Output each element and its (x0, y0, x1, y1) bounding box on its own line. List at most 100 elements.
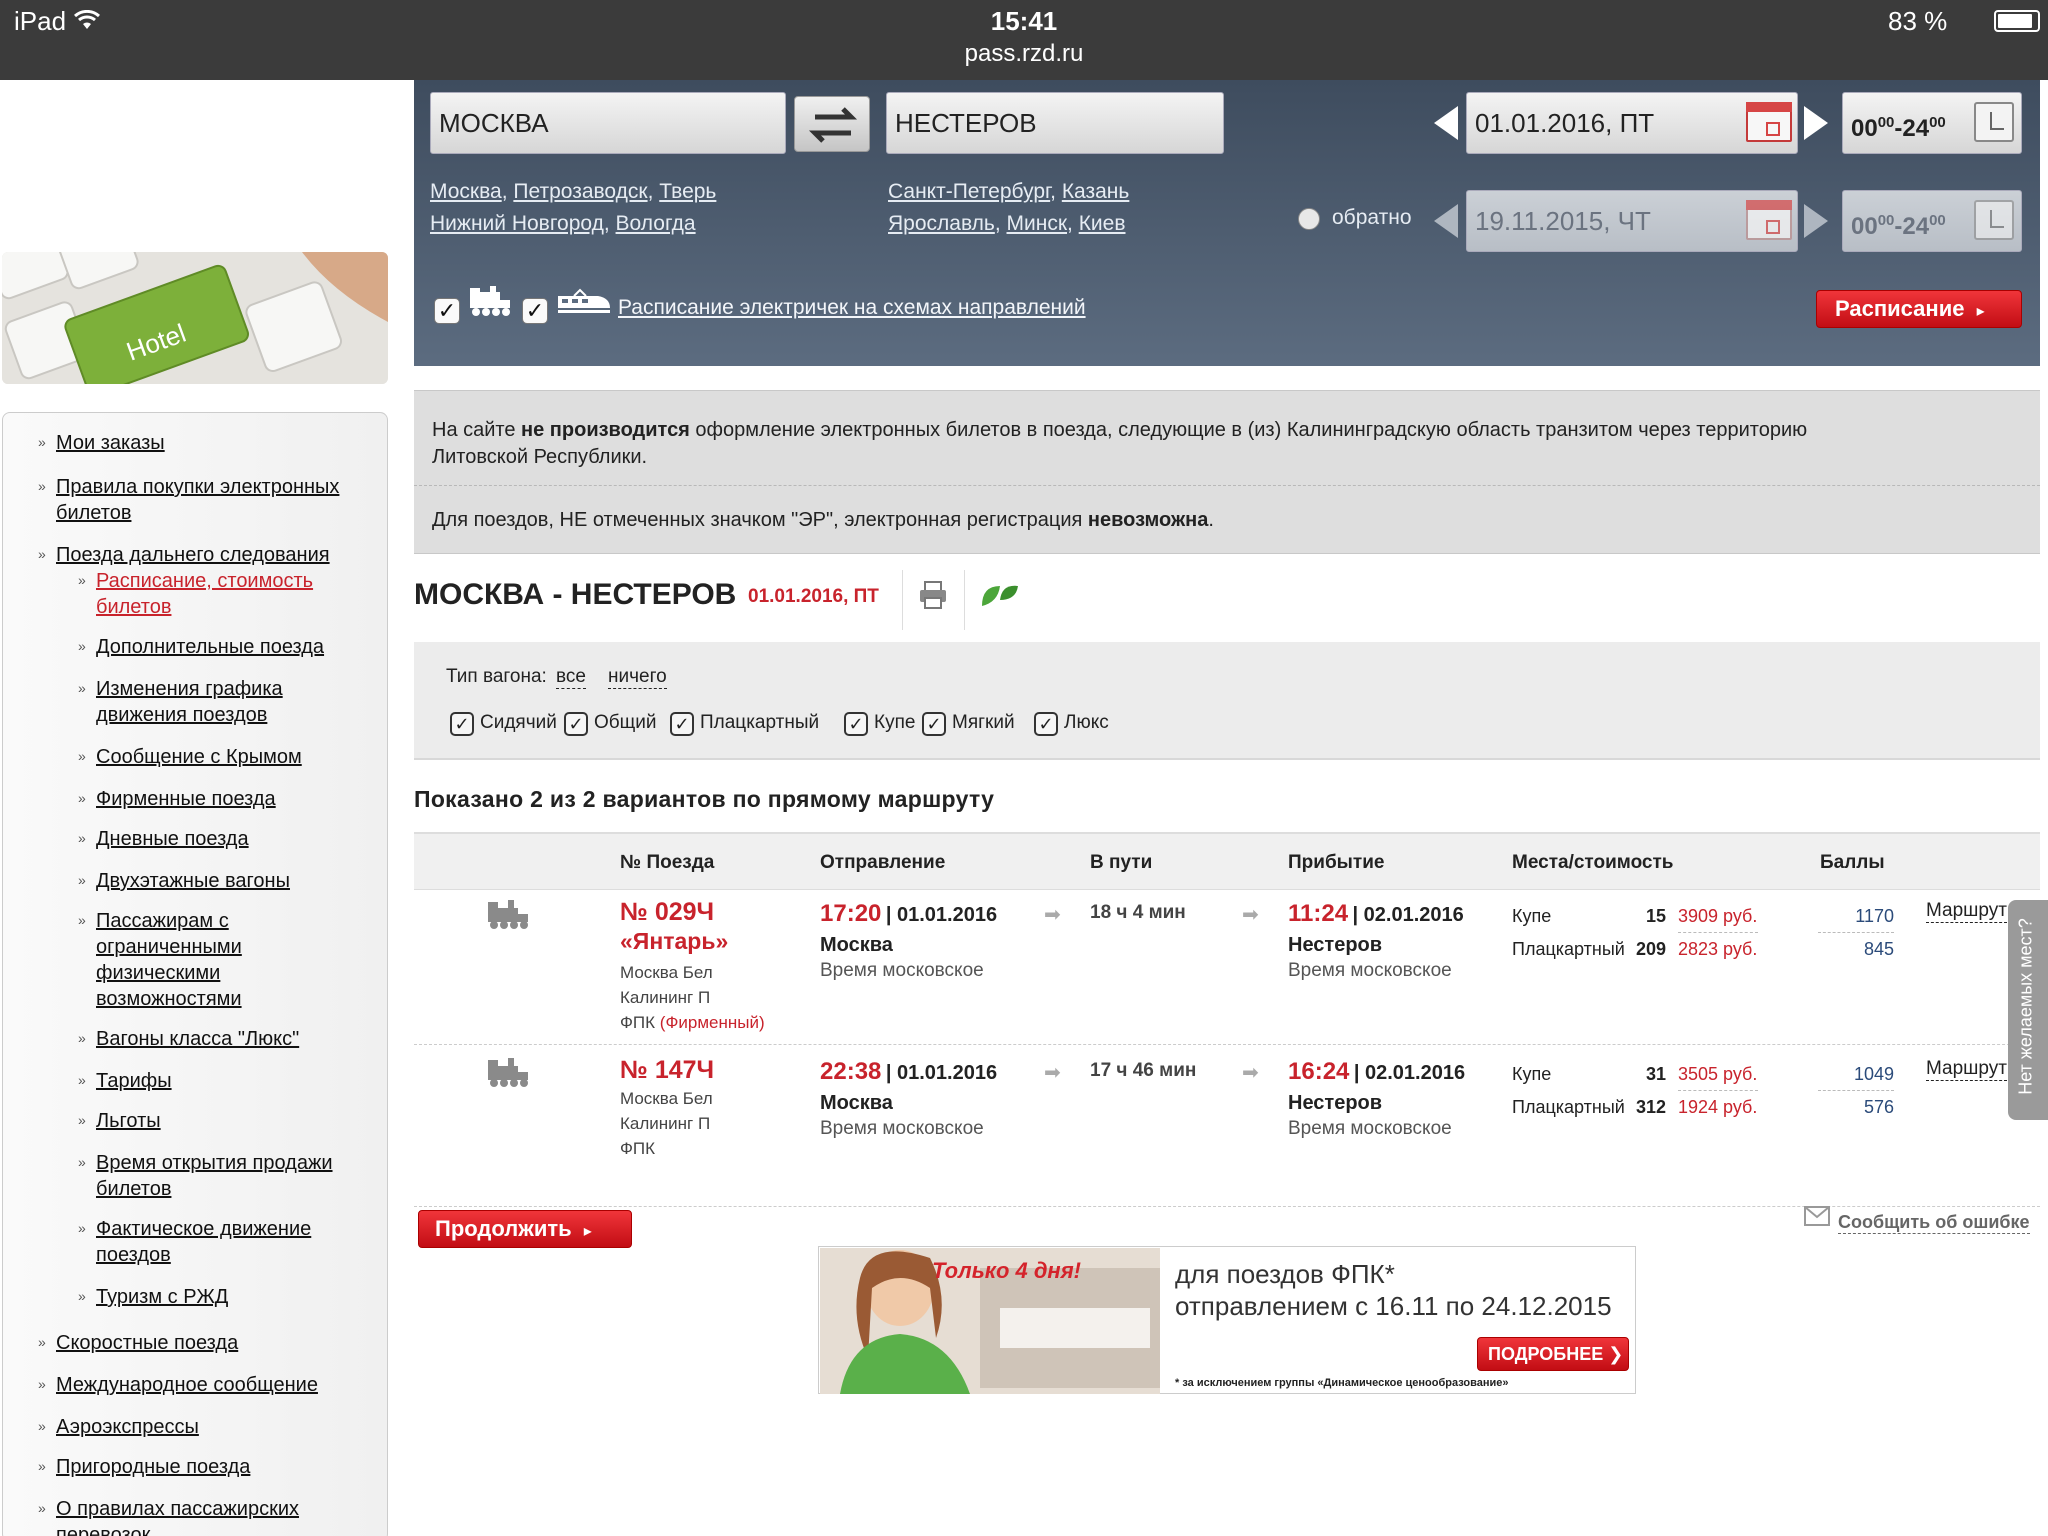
swap-stations-button[interactable] (794, 96, 870, 152)
sidebar-item-label[interactable]: Фактическое движение поездов (96, 1218, 311, 1266)
return-checkbox[interactable] (1298, 208, 1320, 230)
sidebar-item-label[interactable]: О правилах пассажирских перевозок (56, 1498, 299, 1536)
sidebar-item-label[interactable]: Международное сообщение (56, 1374, 318, 1396)
sidebar-item-label[interactable]: Дополнительные поезда (96, 636, 324, 658)
sidebar-item-label[interactable]: Дневные поезда (96, 828, 249, 850)
print-icon[interactable] (918, 580, 948, 610)
report-error-link[interactable]: Сообщить об ошибке (1838, 1212, 2030, 1234)
sidebar-item[interactable]: Расписание, стоимость билетов (96, 568, 366, 620)
sidebar-item[interactable]: Пассажирам с ограниченными физическими в… (96, 908, 366, 1012)
sidebar-item[interactable]: Аэроэкспрессы (56, 1414, 366, 1440)
sidebar-item-label[interactable]: Время открытия продажи билетов (96, 1152, 333, 1200)
sidebar-item-label[interactable]: Расписание, стоимость билетов (96, 570, 313, 618)
sidebar-item[interactable]: Двухэтажные вагоны (96, 868, 366, 894)
wagon-type-checkbox[interactable]: ✓ (922, 712, 946, 736)
sidebar-item[interactable]: О правилах пассажирских перевозок (56, 1496, 366, 1536)
wagon-type-checkbox[interactable]: ✓ (450, 712, 474, 736)
sidebar-item-label[interactable]: Пассажирам с ограниченными физическими в… (96, 910, 242, 1010)
sidebar-item[interactable]: Изменения графика движения поездов (96, 676, 366, 728)
continue-button[interactable]: Продолжить ▸ (418, 1210, 632, 1248)
sidebar-item[interactable]: Время открытия продажи билетов (96, 1150, 366, 1202)
sidebar-item[interactable]: Скоростные поезда (56, 1330, 366, 1356)
url-bar[interactable]: pass.rzd.ru (0, 40, 2048, 68)
chevron-right-icon: ▸ (583, 1223, 592, 1240)
promo-banner[interactable]: Только 4 дня! для поездов ФПК* отправлен… (818, 1246, 1636, 1394)
seat-price-link[interactable]: 3909 руб. (1678, 906, 1757, 927)
train-number-link[interactable]: № 147Ч (620, 1056, 714, 1085)
time-back-to: 24 (1902, 213, 1930, 240)
sidebar-item[interactable]: Правила покупки электронных билетов (56, 474, 366, 526)
nav-bullet-icon: » (78, 790, 86, 806)
sidebar-item-label[interactable]: Льготы (96, 1110, 161, 1132)
prev-return-date-arrow[interactable] (1434, 204, 1458, 238)
sidebar-item[interactable]: Туризм с РЖД (96, 1284, 366, 1310)
sidebar-item-label[interactable]: Поезда дальнего следования (56, 544, 330, 566)
sidebar-item-label[interactable]: Двухэтажные вагоны (96, 870, 290, 892)
city-suggestion-link[interactable]: Санкт-Петербург (888, 180, 1050, 203)
schedule-button[interactable]: Расписание ▸ (1816, 290, 2022, 328)
sidebar-item-label[interactable]: Правила покупки электронных билетов (56, 476, 339, 524)
sidebar-item-label[interactable]: Вагоны класса "Люкс" (96, 1028, 299, 1050)
train-number-link[interactable]: № 029Ч (620, 898, 714, 927)
city-suggestion-link[interactable]: Нижний Новгород (430, 212, 604, 235)
sidebar-item[interactable]: Поезда дальнего следования (56, 542, 366, 568)
sidebar-item-label[interactable]: Мои заказы (56, 432, 165, 454)
suburban-checkbox[interactable]: ✓ (522, 298, 548, 324)
return-clock-icon[interactable] (1974, 200, 2014, 240)
city-suggestion-link[interactable]: Ярославль (888, 212, 995, 235)
promo-more-button[interactable]: ПОДРОБНЕЕ ❯ (1477, 1337, 1629, 1371)
time-back-from: 00 (1851, 213, 1878, 240)
sidebar-item-label[interactable]: Сообщение с Крымом (96, 746, 302, 768)
to-station-input[interactable]: НЕСТЕРОВ (886, 92, 1224, 154)
route-link[interactable]: Маршрут (1926, 1058, 2007, 1081)
sidebar-item[interactable]: Дневные поезда (96, 826, 366, 852)
seat-price-link[interactable]: 3505 руб. (1678, 1064, 1757, 1085)
sidebar-item-label[interactable]: Фирменные поезда (96, 788, 276, 810)
long-distance-checkbox[interactable]: ✓ (434, 298, 460, 324)
city-suggestion-link[interactable]: Москва (430, 180, 502, 203)
sidebar-item-label[interactable]: Скоростные поезда (56, 1332, 238, 1354)
sidebar-item-label[interactable]: Аэроэкспрессы (56, 1416, 199, 1438)
sidebar-item-label[interactable]: Изменения графика движения поездов (96, 678, 283, 726)
eco-leaf-icon[interactable] (978, 580, 1020, 610)
sidebar-item-label[interactable]: Тарифы (96, 1070, 172, 1092)
sidebar-item[interactable]: Пригородные поезда (56, 1454, 366, 1480)
seat-count: 209 (1635, 939, 1666, 959)
next-date-arrow[interactable] (1804, 106, 1828, 140)
sidebar-item-label[interactable]: Туризм с РЖД (96, 1286, 228, 1308)
sidebar-item[interactable]: Дополнительные поезда (96, 634, 366, 660)
sidebar-item[interactable]: Фактическое движение поездов (96, 1216, 366, 1268)
route-link[interactable]: Маршрут (1926, 900, 2007, 923)
seat-price-link[interactable]: 1924 руб. (1678, 1097, 1757, 1118)
sidebar-item[interactable]: Вагоны класса "Люкс" (96, 1026, 366, 1052)
sidebar-item[interactable]: Международное сообщение (56, 1372, 366, 1398)
select-none-link[interactable]: ничего (608, 666, 667, 689)
seat-price-link[interactable]: 2823 руб. (1678, 939, 1757, 960)
city-suggestion-link[interactable]: Киев (1079, 212, 1126, 235)
wagon-type-checkbox[interactable]: ✓ (1034, 712, 1058, 736)
city-suggestion-link[interactable]: Петрозаводск (513, 180, 647, 203)
return-calendar-icon[interactable] (1746, 200, 1792, 240)
sidebar-item[interactable]: Льготы (96, 1108, 366, 1134)
sidebar-item[interactable]: Фирменные поезда (96, 786, 366, 812)
calendar-icon[interactable] (1746, 102, 1792, 142)
prev-date-arrow[interactable] (1434, 106, 1458, 140)
hotel-banner[interactable]: Hotel (2, 252, 388, 384)
train-carrier: ФПК (620, 1136, 655, 1161)
select-all-link[interactable]: все (556, 666, 586, 689)
city-suggestion-link[interactable]: Тверь (659, 180, 716, 203)
sidebar-item[interactable]: Мои заказы (56, 430, 366, 456)
sidebar-item[interactable]: Тарифы (96, 1068, 366, 1094)
wagon-type-checkbox[interactable]: ✓ (844, 712, 868, 736)
from-station-input[interactable]: МОСКВА (430, 92, 786, 154)
sidebar-item[interactable]: Сообщение с Крымом (96, 744, 366, 770)
wagon-type-checkbox[interactable]: ✓ (564, 712, 588, 736)
city-suggestion-link[interactable]: Казань (1062, 180, 1130, 203)
schedule-schemes-link[interactable]: Расписание электричек на схемах направле… (618, 296, 1086, 320)
city-suggestion-link[interactable]: Вологда (616, 212, 696, 235)
sidebar-item-label[interactable]: Пригородные поезда (56, 1456, 250, 1478)
wagon-type-checkbox[interactable]: ✓ (670, 712, 694, 736)
next-return-date-arrow[interactable] (1804, 204, 1828, 238)
city-suggestion-link[interactable]: Минск (1007, 212, 1068, 235)
clock-icon[interactable] (1974, 102, 2014, 142)
